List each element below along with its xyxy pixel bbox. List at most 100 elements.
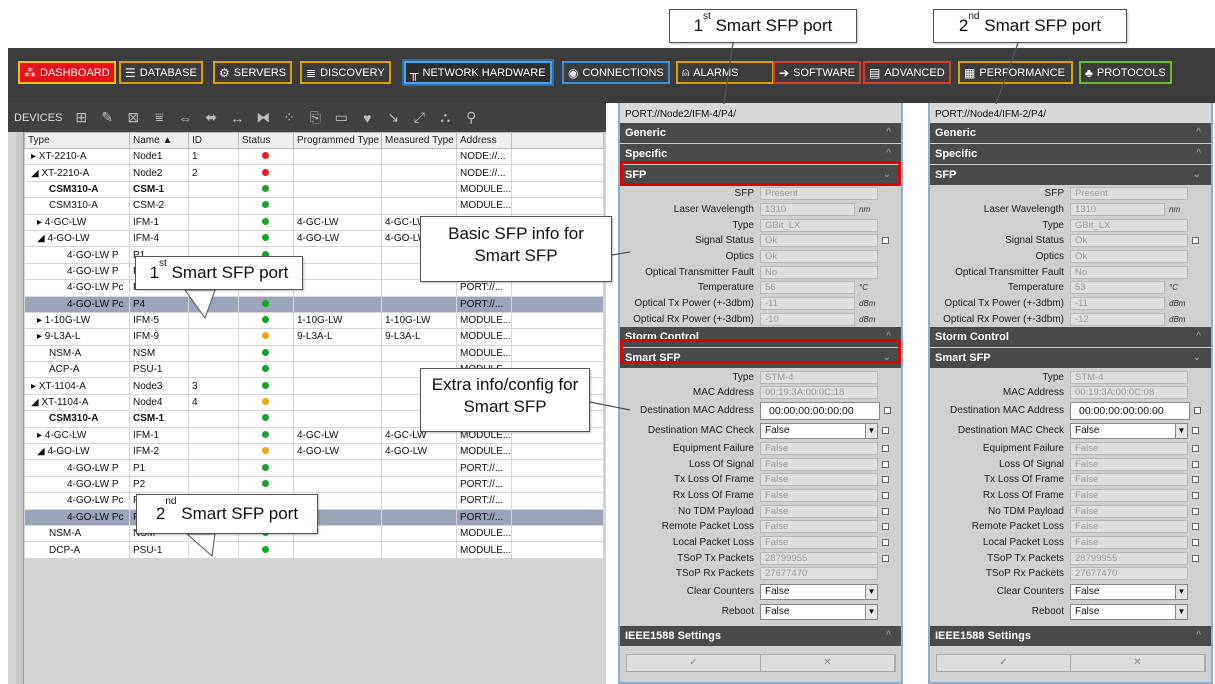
override-checkbox[interactable] [1192,507,1199,515]
pin-icon[interactable]: ↘ [380,109,406,126]
override-checkbox[interactable] [1194,407,1201,415]
link-icon[interactable]: ⧓ [250,109,276,126]
col-programmed-type[interactable]: Programmed Type [293,132,382,149]
override-checkbox[interactable] [1192,476,1199,484]
copy-icon[interactable]: ⎘ [302,109,328,126]
table-row[interactable]: CSM310-A CSM-2 MODULE... [24,197,604,215]
chevron-up-icon[interactable]: ^ [1196,144,1201,164]
map-pin-icon[interactable]: ⚲ [458,109,484,126]
override-checkbox[interactable] [1192,237,1199,245]
chevron-up-icon[interactable]: ^ [886,123,891,143]
nav-alarms[interactable]: ⍝ ALARMS [676,61,774,84]
override-checkbox[interactable] [882,491,889,499]
property-select[interactable]: False ▼ [1070,603,1188,620]
property-select[interactable]: False ▼ [760,422,878,439]
table-row[interactable]: CSM310-ACSM-1 MODULE... [24,180,604,199]
override-checkbox[interactable] [884,407,891,415]
section-sfp[interactable]: SFP ⌄ [930,165,1211,185]
chevron-up-icon[interactable]: ^ [1196,327,1201,347]
override-checkbox[interactable] [1192,460,1199,468]
override-checkbox[interactable] [882,427,889,435]
nav-dashboard[interactable]: ⁂ DASHBOARD [18,61,116,84]
override-checkbox[interactable] [882,507,889,515]
table-row[interactable]: 4-GO-LW PP2 PORT://... [24,475,604,494]
override-checkbox[interactable] [1192,491,1199,499]
override-checkbox[interactable] [882,444,889,452]
property-select[interactable]: False ▼ [1070,583,1188,600]
nav-advanced[interactable]: ▤ ADVANCED [863,61,951,84]
binoculars-icon[interactable]: ⛬ [432,109,458,126]
chevron-down-icon[interactable]: ▼ [865,423,877,438]
unpin-icon[interactable]: ⤢ [406,109,432,126]
override-checkbox[interactable] [882,539,889,547]
chevron-down-icon[interactable]: ▼ [1175,604,1187,619]
section-specific[interactable]: Specific ^ [930,144,1211,164]
tree-icon[interactable]: ⁘ [276,109,302,126]
section-storm[interactable]: Storm Control ^ [930,327,1211,348]
section-ieee[interactable]: IEEE1588 Settings ^ [620,625,901,646]
destination-mac-input[interactable]: 00:00:00:00:00:00 [1070,401,1190,420]
section-smart[interactable]: Smart SFP ⌄ [930,348,1211,369]
override-checkbox[interactable] [882,237,889,245]
apply-button[interactable]: ✓ [937,655,1071,671]
col-address[interactable]: Address [456,132,512,149]
col-id[interactable]: ID [188,132,239,149]
chevron-down-icon[interactable]: ⌄ [1193,165,1201,185]
property-select[interactable]: False ▼ [760,603,878,620]
destination-mac-input[interactable]: 00:00:00:00:00:00 [760,401,880,420]
chevron-down-icon[interactable]: ▼ [1175,423,1187,438]
nav-protocols[interactable]: ♣ PROTOCOLS [1079,61,1172,84]
filter-icon[interactable]: ⩸ [146,109,172,126]
table-row[interactable]: 4-GO-LW PP1 PORT://... [24,459,604,477]
chevron-down-icon[interactable]: ▼ [865,584,877,599]
arrows-dim-icon[interactable]: ↔ [224,110,250,126]
section-generic[interactable]: Generic ^ [620,123,901,143]
table-row[interactable]: ▸ XT-2210-A Node1 1 NODE://... [24,147,604,166]
property-select[interactable]: False ▼ [760,583,878,600]
table-row[interactable]: 4-GO-LW PcP3PORT://... [24,279,604,297]
nav-servers[interactable]: ⚙ SERVERS [213,61,293,84]
override-checkbox[interactable] [882,523,889,531]
col-type[interactable]: Type [24,132,130,149]
override-checkbox[interactable] [882,476,889,484]
col-status[interactable]: Status [238,132,294,149]
chevron-up-icon[interactable]: ^ [886,626,891,646]
chevron-up-icon[interactable]: ^ [1196,123,1201,143]
table-row[interactable]: ▸ 1-10G-LW IFM-5 1-10G-LW 1-10G-LW MODULE... [24,311,604,330]
property-select[interactable]: False ▼ [1070,422,1188,439]
override-checkbox[interactable] [1192,427,1199,435]
cancel-button[interactable]: ✕ [1071,655,1205,671]
table-row[interactable]: DCP-A PSU-1 MODULE... [24,541,604,559]
nav-database[interactable]: ☰ DATABASE [119,61,203,84]
nav-network-hardware[interactable]: ╥ NETWORK HARDWARE [404,61,552,84]
override-checkbox[interactable] [882,460,889,468]
override-checkbox[interactable] [1192,539,1199,547]
cancel-button[interactable]: ✕ [761,655,895,671]
add-icon[interactable]: ⊞ [68,109,94,126]
section-generic[interactable]: Generic ^ [930,123,1211,143]
section-ieee[interactable]: IEEE1588 Settings ^ [930,625,1211,646]
chevron-down-icon[interactable]: ▼ [865,604,877,619]
arrows-icon[interactable]: ⬌ [198,109,224,126]
col-measured-type[interactable]: Measured Type [381,132,457,149]
arrow-both-icon[interactable]: ⇔ [172,110,198,126]
override-checkbox[interactable] [1192,444,1199,452]
chevron-up-icon[interactable]: ^ [1196,626,1201,646]
heart-icon[interactable]: ♥ [354,110,380,126]
apply-button[interactable]: ✓ [627,655,761,671]
override-checkbox[interactable] [1192,554,1199,562]
view-icon[interactable]: ▭ [328,109,354,126]
nav-software[interactable]: ➔ SOFTWARE [773,61,861,84]
chevron-down-icon[interactable]: ▼ [1175,584,1187,599]
chevron-down-icon[interactable]: ⌄ [1193,348,1201,368]
delete-icon[interactable]: ⊠ [120,109,146,126]
nav-discovery[interactable]: ≣ DISCOVERY [300,61,391,84]
override-checkbox[interactable] [882,554,889,562]
nav-connections[interactable]: ◉ CONNECTIONS [562,61,670,84]
edit-icon[interactable]: ✎ [94,109,120,126]
col-name[interactable]: Name ▲ [129,132,189,149]
table-row[interactable]: NSM-ANSM MODULE... [24,344,604,363]
table-row[interactable]: ◢ XT-2210-A Node2 2 NODE://... [24,164,604,182]
nav-performance[interactable]: ▦ PERFORMANCE [958,61,1073,84]
override-checkbox[interactable] [1192,523,1199,531]
